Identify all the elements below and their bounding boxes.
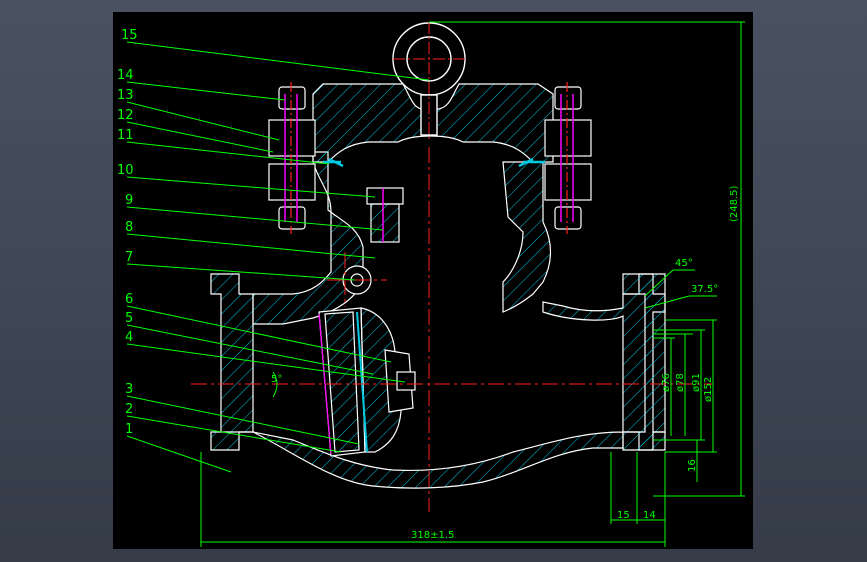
dim-152: ø152 <box>703 377 714 402</box>
part-label-3: 3 <box>125 382 133 397</box>
part-label-5: 5 <box>125 311 133 326</box>
dim-angle-5: 5° <box>271 374 282 385</box>
valve-body <box>210 151 666 489</box>
part-label-2: 2 <box>125 402 133 417</box>
dim-76: ø76 <box>661 373 672 392</box>
dim-15: 15 <box>617 510 630 521</box>
part-label-8: 8 <box>125 220 133 235</box>
dim-height: (248.5) <box>729 185 740 222</box>
part-label-6: 6 <box>125 292 133 307</box>
part-label-9: 9 <box>125 193 133 208</box>
dim-angle-37-5: 37.5° <box>691 284 718 295</box>
part-label-12: 12 <box>117 108 134 123</box>
dim-16: 16 <box>687 459 698 472</box>
dim-91: ø91 <box>691 373 702 392</box>
dim-overall-length: 318±1.5 <box>411 530 454 541</box>
part-label-1: 1 <box>125 422 133 437</box>
disc-assembly <box>318 307 416 457</box>
part-label-11: 11 <box>117 128 134 143</box>
valve-drawing: 15 14 13 12 11 10 9 8 7 6 5 4 3 2 1 318±… <box>117 21 745 547</box>
part-label-14: 14 <box>117 68 134 83</box>
part-number-labels: 15 14 13 12 11 10 9 8 7 6 5 4 3 2 1 <box>117 28 138 437</box>
drawing-canvas[interactable]: 15 14 13 12 11 10 9 8 7 6 5 4 3 2 1 318±… <box>113 12 753 549</box>
hanger-bolt <box>366 187 404 243</box>
part-label-15: 15 <box>121 28 138 43</box>
part-label-4: 4 <box>125 330 133 345</box>
part-label-7: 7 <box>125 250 133 265</box>
dim-angle-45: 45° <box>675 258 693 269</box>
part-label-13: 13 <box>117 88 134 103</box>
part-label-10: 10 <box>117 163 134 178</box>
dim-78: ø78 <box>675 373 686 392</box>
dim-14: 14 <box>643 510 656 521</box>
